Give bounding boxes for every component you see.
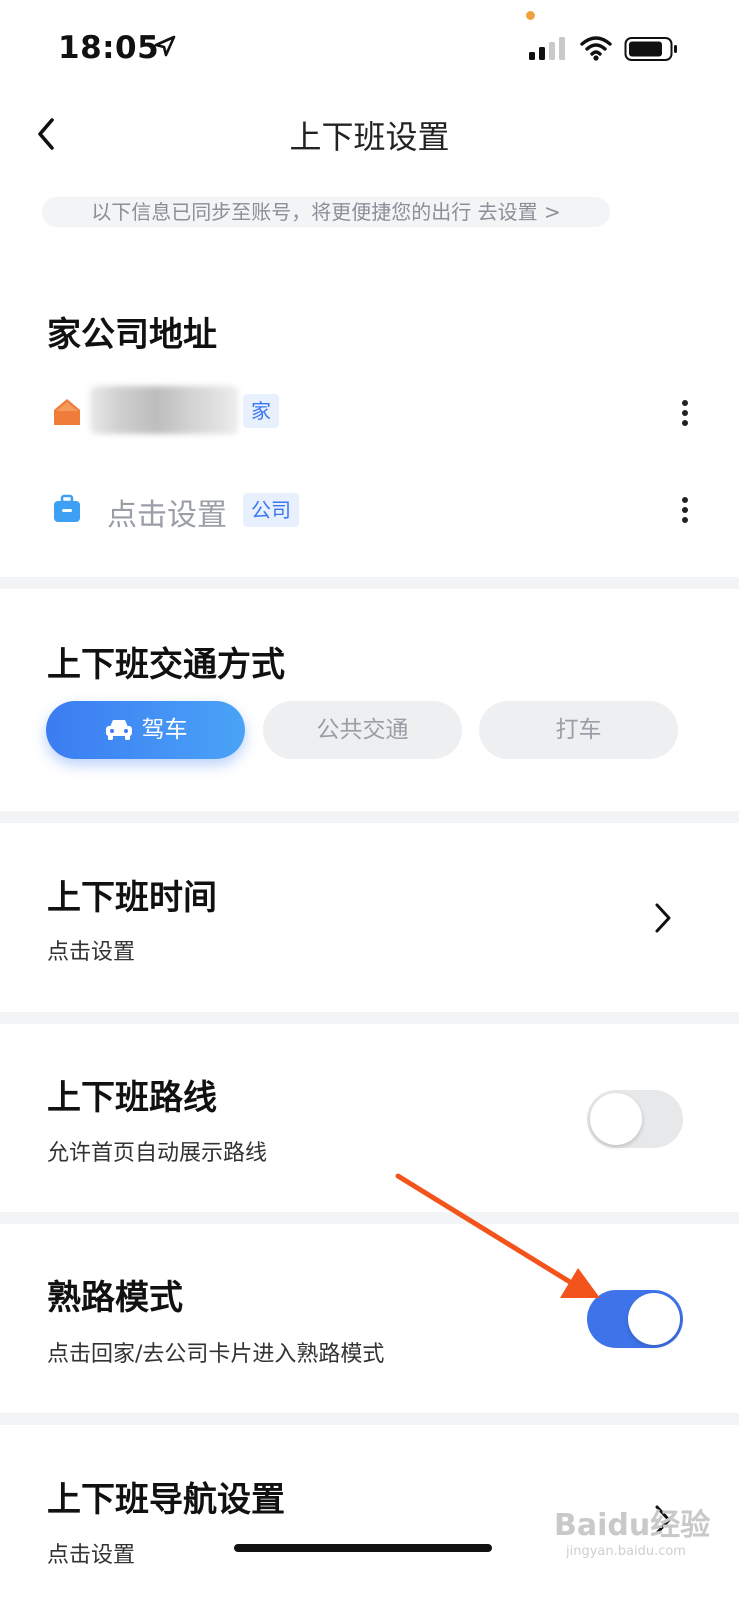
status-time: 18:05 bbox=[58, 30, 160, 66]
time-section-subtitle: 点击设置 bbox=[47, 940, 136, 965]
company-tag: 公司 bbox=[243, 493, 299, 527]
chevron-right-icon bbox=[655, 903, 671, 933]
home-indicator[interactable] bbox=[234, 1544, 492, 1552]
cellular-signal-icon bbox=[529, 37, 565, 60]
battery-icon bbox=[624, 37, 677, 61]
page-title: 上下班设置 bbox=[289, 118, 450, 156]
familiar-mode-title: 熟路模式 bbox=[47, 1278, 183, 1318]
section-divider bbox=[0, 1012, 739, 1024]
transport-section-title: 上下班交通方式 bbox=[47, 645, 285, 685]
wifi-icon bbox=[580, 36, 612, 61]
company-address-placeholder[interactable]: 点击设置 bbox=[107, 490, 227, 534]
home-address-value[interactable] bbox=[90, 386, 238, 434]
section-divider bbox=[0, 1413, 739, 1425]
nav-section-title: 上下班导航设置 bbox=[47, 1480, 285, 1520]
home-tag: 家 bbox=[243, 394, 279, 428]
address-section-title: 家公司地址 bbox=[47, 315, 217, 355]
section-divider bbox=[0, 1212, 739, 1224]
route-section-subtitle: 允许首页自动展示路线 bbox=[47, 1141, 268, 1166]
watermark-main: Baidu经验 bbox=[554, 1508, 711, 1543]
nav-section-subtitle: 点击设置 bbox=[47, 1543, 136, 1568]
sync-notice-link[interactable]: 以下信息已同步至账号，将更便捷您的出行 去设置 > bbox=[42, 197, 610, 227]
mode-drive-label: 驾车 bbox=[141, 717, 188, 743]
mode-transit-button[interactable]: 公共交通 bbox=[263, 701, 462, 759]
briefcase-icon bbox=[54, 494, 80, 522]
route-toggle[interactable] bbox=[587, 1090, 683, 1148]
watermark-sub: jingyan.baidu.com bbox=[566, 1544, 686, 1559]
route-section-title: 上下班路线 bbox=[47, 1078, 217, 1118]
section-divider bbox=[0, 577, 739, 589]
home-icon bbox=[54, 399, 80, 425]
section-divider bbox=[0, 811, 739, 823]
car-icon bbox=[105, 720, 132, 740]
watermark: Baidu经验 jingyan.baidu.com bbox=[554, 1500, 710, 1559]
annotation-arrow-icon bbox=[395, 1173, 600, 1298]
time-section-title: 上下班时间 bbox=[47, 878, 217, 918]
mode-drive-button[interactable]: 驾车 bbox=[46, 701, 245, 759]
familiar-mode-subtitle: 点击回家/去公司卡片进入熟路模式 bbox=[47, 1342, 385, 1367]
location-arrow-icon bbox=[154, 35, 176, 57]
mode-taxi-button[interactable]: 打车 bbox=[479, 701, 678, 759]
privacy-indicator-dot bbox=[526, 11, 535, 20]
company-more-button[interactable] bbox=[680, 497, 690, 527]
home-more-button[interactable] bbox=[680, 400, 690, 430]
